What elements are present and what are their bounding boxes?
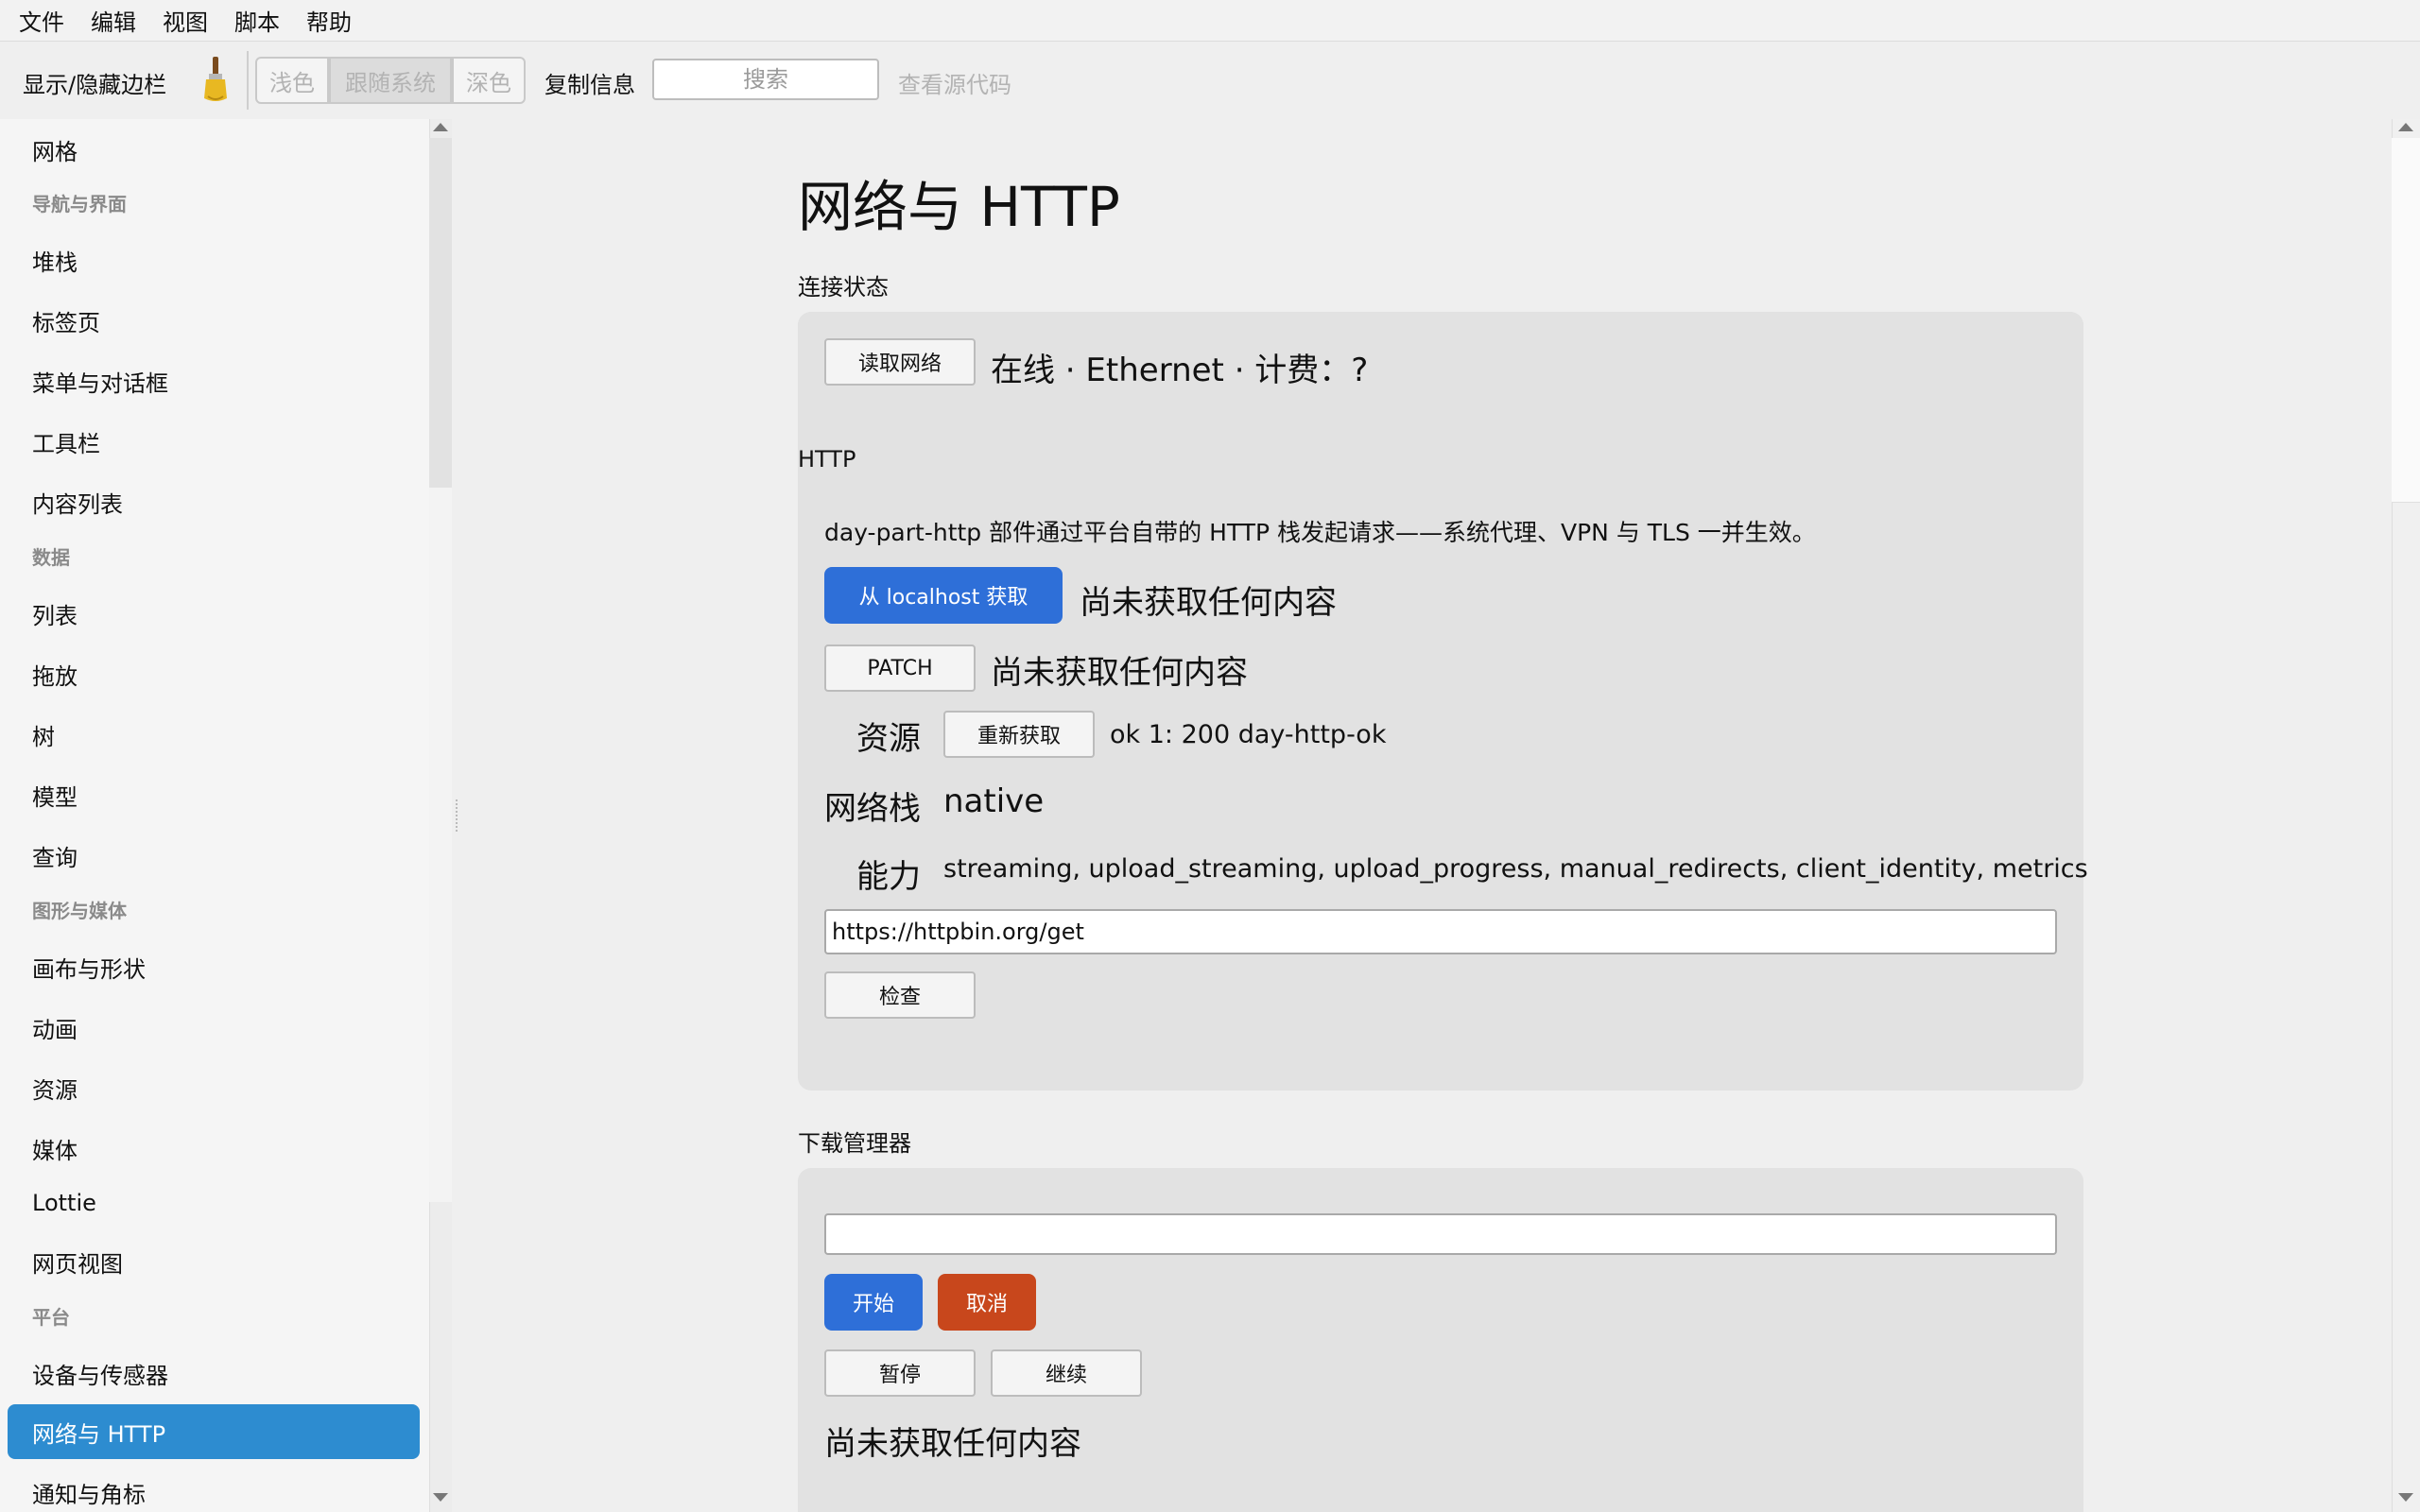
connection-status-text: 在线 · Ethernet · 计费：? — [991, 352, 1369, 389]
view-source-button[interactable]: 查看源代码 — [898, 66, 1011, 99]
download-url-input[interactable] — [824, 1213, 2057, 1255]
sidebar-item-grid[interactable]: 网格 — [8, 122, 420, 177]
sidebar-item-lottie[interactable]: Lottie — [8, 1176, 420, 1230]
cancel-download-button[interactable]: 取消 — [938, 1274, 1036, 1331]
downloads-section-title: 下载管理器 — [798, 1130, 911, 1157]
sidebar-item-canvas-shapes[interactable]: 画布与形状 — [8, 939, 420, 994]
theme-light-button[interactable]: 浅色 — [255, 57, 329, 104]
read-network-button[interactable]: 读取网络 — [824, 338, 976, 386]
sidebar-item-stack[interactable]: 堆栈 — [8, 232, 420, 287]
sidebar-header-platform: 平台 — [32, 1306, 70, 1329]
menu-help[interactable]: 帮助 — [306, 4, 352, 37]
page-title: 网络与 HTTP — [798, 175, 1120, 239]
toolbar: 显示/隐藏边栏 浅色 跟随系统 深色 复制信息 查看源代码 — [0, 42, 2420, 119]
sidebar-item-resources[interactable]: 资源 — [8, 1060, 420, 1115]
patch-result-text: 尚未获取任何内容 — [991, 654, 1248, 692]
stack-value: native — [943, 782, 1045, 820]
connection-status-card: 读取网络 在线 · Ethernet · 计费：? — [798, 312, 2083, 414]
downloads-card: 开始 取消 暂停 继续 尚未获取任何内容 — [798, 1168, 2083, 1512]
menu-script[interactable]: 脚本 — [234, 4, 280, 37]
sidebar-item-network-http[interactable]: 网络与 HTTP — [8, 1404, 420, 1459]
sidebar-item-model[interactable]: 模型 — [8, 767, 420, 822]
sidebar-item-media[interactable]: 媒体 — [8, 1121, 420, 1176]
fetch-result-text: 尚未获取任何内容 — [1080, 584, 1337, 622]
sidebar-item-tabs[interactable]: 标签页 — [8, 293, 420, 348]
sidebar-scrollbar-track[interactable] — [429, 138, 452, 488]
capabilities-label: 能力 — [856, 858, 921, 896]
resume-download-button[interactable]: 继续 — [991, 1349, 1142, 1397]
fetch-localhost-button[interactable]: 从 localhost 获取 — [824, 567, 1063, 624]
scroll-down-icon[interactable] — [433, 1493, 448, 1502]
sidebar-item-menus-dialogs[interactable]: 菜单与对话框 — [8, 353, 420, 408]
sidebar: 网格 导航与界面 堆栈 标签页 菜单与对话框 工具栏 内容列表 数据 列表 拖放… — [0, 119, 429, 1512]
theme-system-button[interactable]: 跟随系统 — [329, 57, 452, 104]
splitter-handle[interactable] — [456, 799, 459, 832]
sidebar-header-data: 数据 — [32, 546, 70, 569]
toolbar-separator — [247, 51, 249, 110]
sidebar-item-tree[interactable]: 树 — [8, 707, 420, 762]
refetch-button[interactable]: 重新获取 — [943, 711, 1095, 758]
paintbrush-icon[interactable] — [199, 55, 233, 106]
menu-view[interactable]: 视图 — [163, 4, 208, 37]
sidebar-item-drag-drop[interactable]: 拖放 — [8, 646, 420, 701]
scroll-up-icon[interactable] — [433, 123, 448, 131]
inspect-button[interactable]: 检查 — [824, 971, 976, 1019]
sidebar-header-graphics: 图形与媒体 — [32, 900, 127, 922]
start-download-button[interactable]: 开始 — [824, 1274, 923, 1331]
resource-label: 资源 — [856, 720, 921, 758]
download-status-text: 尚未获取任何内容 — [824, 1425, 1081, 1463]
connection-section-title: 连接状态 — [798, 274, 889, 301]
menu-bar: 文件 编辑 视图 脚本 帮助 — [0, 0, 2420, 42]
sidebar-item-webview[interactable]: 网页视图 — [8, 1234, 420, 1289]
url-input[interactable] — [824, 909, 2057, 954]
theme-dark-button[interactable]: 深色 — [452, 57, 526, 104]
pause-download-button[interactable]: 暂停 — [824, 1349, 976, 1397]
copy-info-button[interactable]: 复制信息 — [544, 66, 635, 99]
stack-label: 网络栈 — [824, 790, 921, 828]
http-section-title: HTTP — [798, 446, 856, 472]
content-scrollbar-thumb[interactable] — [2392, 138, 2420, 503]
sidebar-item-notifications[interactable]: 通知与角标 — [8, 1465, 420, 1512]
patch-button[interactable]: PATCH — [824, 644, 976, 692]
sidebar-item-toolbar[interactable]: 工具栏 — [8, 414, 420, 469]
menu-edit[interactable]: 编辑 — [91, 4, 136, 37]
search-input[interactable] — [652, 59, 879, 100]
sidebar-item-devices-sensors[interactable]: 设备与传感器 — [8, 1346, 420, 1400]
content-scroll-down-icon[interactable] — [2398, 1493, 2413, 1502]
menu-file[interactable]: 文件 — [19, 4, 64, 37]
capabilities-value: streaming, upload_streaming, upload_prog… — [943, 854, 2088, 884]
sidebar-header-navigation: 导航与界面 — [32, 193, 127, 215]
resource-result-text: ok 1: 200 day-http-ok — [1110, 720, 1387, 749]
sidebar-item-query[interactable]: 查询 — [8, 828, 420, 883]
http-card: day-part-http 部件通过平台自带的 HTTP 栈发起请求——系统代理… — [798, 486, 2088, 1091]
content-scroll-up-icon[interactable] — [2398, 123, 2413, 131]
sidebar-item-list[interactable]: 列表 — [8, 586, 420, 641]
sidebar-item-content-list[interactable]: 内容列表 — [8, 474, 420, 529]
toggle-sidebar-button[interactable]: 显示/隐藏边栏 — [23, 66, 166, 99]
sidebar-item-animation[interactable]: 动画 — [8, 1000, 420, 1055]
http-description: day-part-http 部件通过平台自带的 HTTP 栈发起请求——系统代理… — [824, 519, 1816, 546]
sidebar-scrollbar-thumb[interactable] — [429, 488, 452, 1202]
